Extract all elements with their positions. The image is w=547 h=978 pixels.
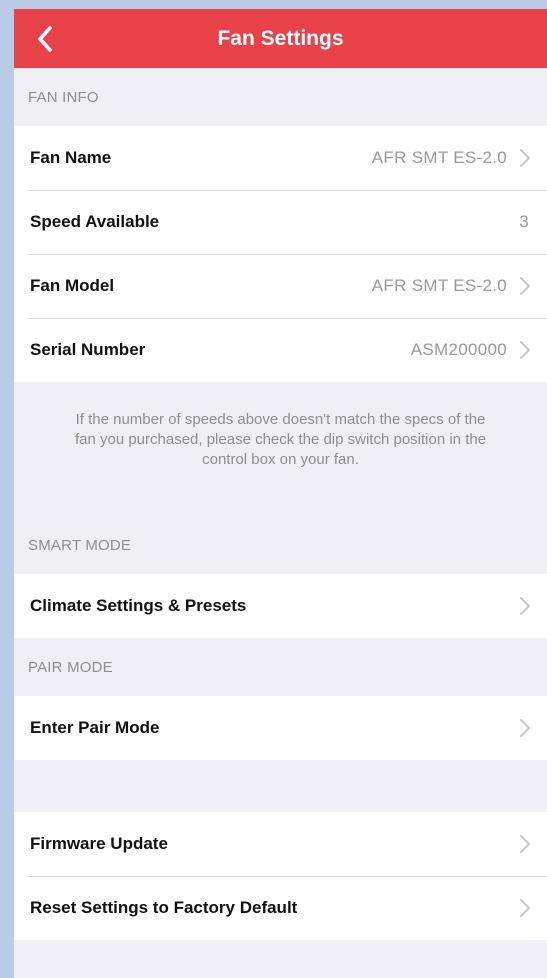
- chevron-right-icon: [519, 148, 531, 168]
- speed-mismatch-note: If the number of speeds above doesn't ma…: [74, 411, 487, 468]
- pair-mode-group: Enter Pair Mode: [14, 696, 547, 760]
- section-header-smart-mode: SMART MODE: [28, 536, 132, 554]
- speed-available-row: Speed Available 3: [14, 190, 547, 254]
- serial-number-value: ASM200000: [410, 340, 507, 359]
- serial-number-label: Serial Number: [30, 340, 146, 359]
- fan-model-row[interactable]: Fan Model AFR SMT ES-2.0: [14, 254, 547, 318]
- section-header-fan-info: FAN INFO: [28, 88, 99, 106]
- climate-settings-row[interactable]: Climate Settings & Presets: [14, 574, 547, 638]
- fan-name-value: AFR SMT ES-2.0: [371, 148, 507, 167]
- page-title: Fan Settings: [217, 26, 344, 50]
- smart-mode-group: Climate Settings & Presets: [14, 574, 547, 638]
- firmware-update-label: Firmware Update: [30, 834, 168, 853]
- fan-model-value: AFR SMT ES-2.0: [371, 276, 507, 295]
- climate-settings-label: Climate Settings & Presets: [30, 596, 247, 615]
- screen: Fan Settings FAN INFO Fan Name AFR SMT E…: [14, 9, 547, 978]
- chevron-right-icon: [519, 596, 531, 616]
- speed-available-label: Speed Available: [30, 212, 160, 231]
- fan-info-group: Fan Name AFR SMT ES-2.0 Speed Available …: [14, 126, 547, 382]
- fan-name-row[interactable]: Fan Name AFR SMT ES-2.0: [14, 126, 547, 190]
- reset-factory-default-row[interactable]: Reset Settings to Factory Default: [14, 876, 547, 940]
- chevron-right-icon: [519, 834, 531, 854]
- maintenance-group: Firmware Update Reset Settings to Factor…: [14, 812, 547, 940]
- chevron-right-icon: [519, 718, 531, 738]
- back-button[interactable]: [32, 22, 58, 56]
- fan-name-label: Fan Name: [30, 148, 112, 167]
- firmware-update-row[interactable]: Firmware Update: [14, 812, 547, 876]
- reset-factory-default-label: Reset Settings to Factory Default: [30, 898, 298, 917]
- fan-model-label: Fan Model: [30, 276, 115, 295]
- chevron-right-icon: [519, 898, 531, 918]
- chevron-right-icon: [519, 340, 531, 360]
- section-header-pair-mode: PAIR MODE: [28, 658, 113, 676]
- enter-pair-mode-label: Enter Pair Mode: [30, 718, 160, 737]
- serial-number-row[interactable]: Serial Number ASM200000: [14, 318, 547, 382]
- chevron-left-icon: [38, 26, 52, 52]
- chevron-right-icon: [519, 276, 531, 296]
- enter-pair-mode-row[interactable]: Enter Pair Mode: [14, 696, 547, 760]
- navigation-bar: Fan Settings: [14, 9, 547, 68]
- speed-available-value: 3: [519, 212, 529, 231]
